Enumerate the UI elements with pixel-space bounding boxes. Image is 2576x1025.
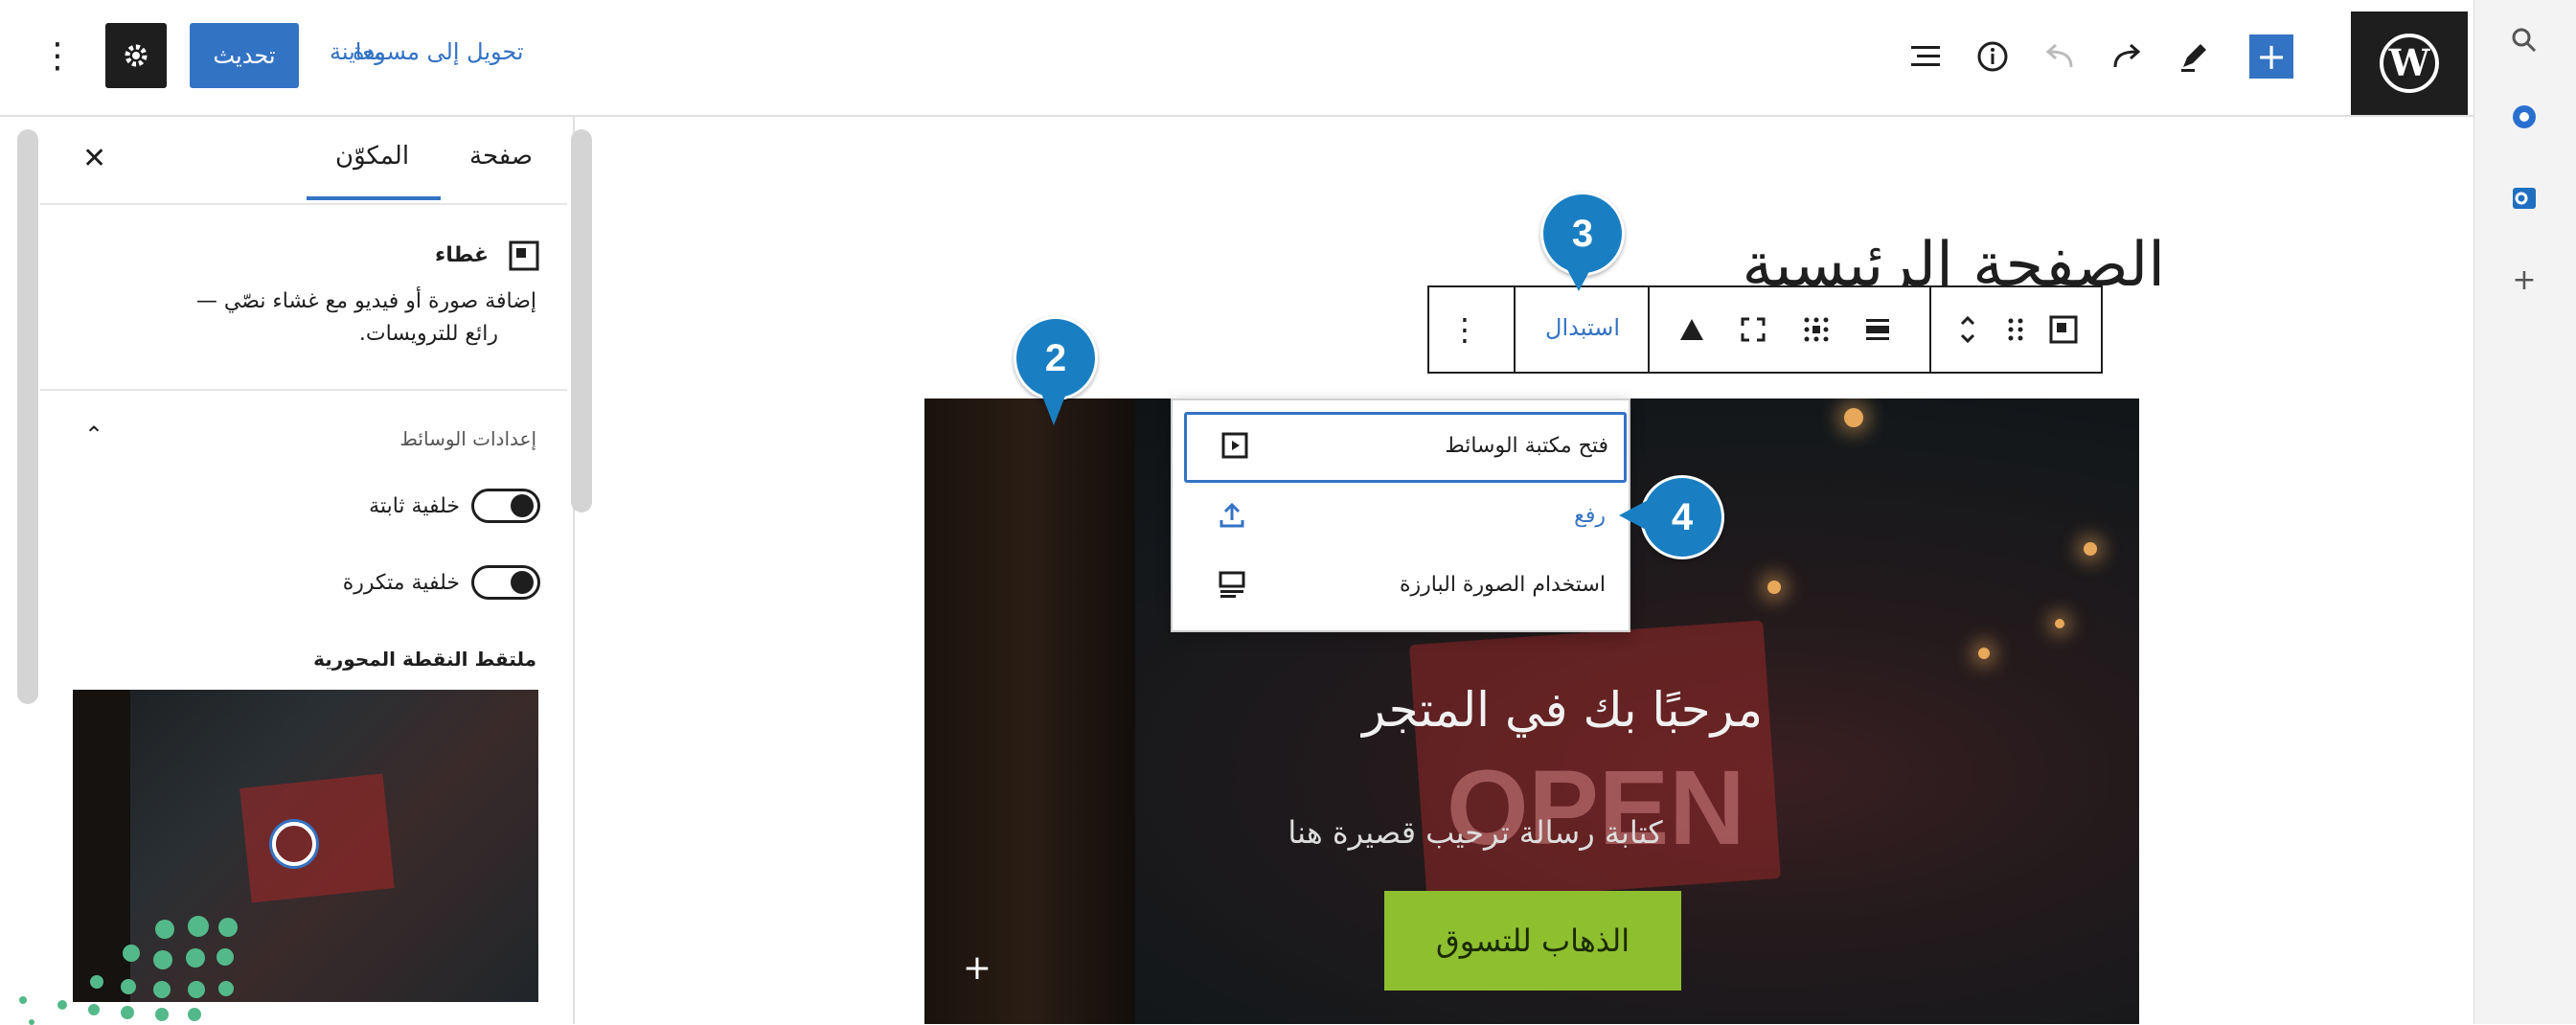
publisher-logo-watermark [0, 900, 249, 1025]
extension-icon[interactable] [2503, 96, 2545, 138]
align-icon[interactable] [1857, 308, 1899, 351]
list-view-icon[interactable] [1902, 33, 1949, 80]
shop-button[interactable]: الذهاب للتسوق [1384, 891, 1681, 991]
featured-image-icon [1213, 565, 1251, 604]
sidebar-scrollbar[interactable] [17, 129, 38, 704]
add-icon[interactable]: + [2503, 259, 2545, 301]
upload-icon [1213, 496, 1251, 535]
use-featured-image-item[interactable]: استخدام الصورة البارزة [1184, 554, 1621, 619]
more-options-icon[interactable]: ⋮ [38, 23, 77, 88]
search-icon[interactable] [2503, 19, 2545, 61]
callout-2-pointer [1037, 381, 1071, 425]
callout-3-pointer [1562, 259, 1596, 291]
cover-block-icon[interactable] [2042, 308, 2085, 351]
block-description-line1: إضافة صورة أو فيديو مع غشاء نصّي — [195, 289, 536, 313]
focal-point-label: ملتقط النقطة المحورية [313, 648, 536, 671]
open-media-library-item[interactable]: فتح مكتبة الوسائط [1184, 412, 1627, 483]
media-settings-title[interactable]: إعدادات الوسائط [230, 427, 536, 450]
cover-heading[interactable]: مرحبًا بك في المتجر [1245, 682, 1763, 738]
block-description-line2: رائع للترويسات. [358, 322, 498, 346]
redo-icon[interactable] [2103, 33, 2151, 80]
fixed-background-toggle[interactable] [471, 489, 540, 523]
replace-button[interactable]: استبدال [1530, 314, 1635, 341]
replace-menu: فتح مكتبة الوسائط رفع استخدام الصورة الب… [1171, 399, 1630, 632]
media-library-icon [1216, 426, 1254, 465]
divider [40, 389, 567, 391]
tab-block[interactable]: المكوّن [335, 142, 409, 171]
canvas-scrollbar[interactable] [571, 129, 592, 512]
update-button[interactable]: تحديث [190, 23, 299, 88]
content-position-icon[interactable] [1795, 308, 1837, 351]
close-icon[interactable]: ✕ [82, 142, 111, 175]
cover-subtext[interactable]: كتابة رسالة ترحيب قصيرة هنا [1245, 814, 1705, 851]
callout-4-pointer [1619, 498, 1652, 533]
more-options-icon[interactable]: ⋮ [1444, 308, 1486, 351]
repeated-background-label: خلفية متكررة [342, 571, 460, 595]
editor-header: W + تحويل إلى مسودة معاينة تحديث ⋮ [0, 0, 2473, 117]
move-up-down-icon[interactable] [1947, 308, 1989, 351]
add-block-button[interactable]: + [2249, 34, 2293, 79]
upload-item[interactable]: رفع [1184, 485, 1621, 550]
divider [40, 203, 567, 205]
drag-handle-icon[interactable] [1995, 308, 2037, 351]
active-tab-indicator [307, 196, 441, 200]
right-tool-strip: + [2473, 0, 2576, 1024]
duotone-icon[interactable] [1671, 308, 1713, 351]
upload-label: رفع [1574, 504, 1606, 528]
repeated-background-toggle[interactable] [471, 565, 540, 600]
focal-point-handle[interactable] [272, 822, 316, 866]
svg-text:W: W [2388, 41, 2431, 84]
cover-block-icon [508, 239, 540, 272]
gear-icon [125, 44, 148, 67]
settings-button[interactable] [105, 23, 167, 88]
wordpress-logo-icon[interactable]: W [2351, 11, 2468, 115]
block-toolbar: ⋮ استبدال [1427, 285, 2103, 374]
chevron-up-icon[interactable]: ⌃ [84, 421, 113, 450]
pencil-icon[interactable] [2170, 33, 2218, 80]
use-featured-image-label: استخدام الصورة البارزة [1400, 573, 1606, 597]
fullscreen-icon[interactable] [1732, 308, 1774, 351]
outlook-icon[interactable] [2503, 177, 2545, 219]
undo-icon[interactable] [2036, 33, 2084, 80]
thumb-sign [239, 773, 395, 903]
block-name: غطاء [435, 243, 489, 267]
add-inner-block-icon[interactable]: + [958, 948, 996, 988]
info-icon[interactable] [1969, 33, 2017, 80]
preview-link-label[interactable]: معاينة [330, 38, 386, 65]
open-media-library-label: فتح مكتبة الوسائط [1445, 434, 1608, 458]
door-frame [924, 399, 1135, 1024]
tab-page[interactable]: صفحة [469, 142, 533, 171]
fixed-background-label: خلفية ثابتة [369, 494, 460, 518]
